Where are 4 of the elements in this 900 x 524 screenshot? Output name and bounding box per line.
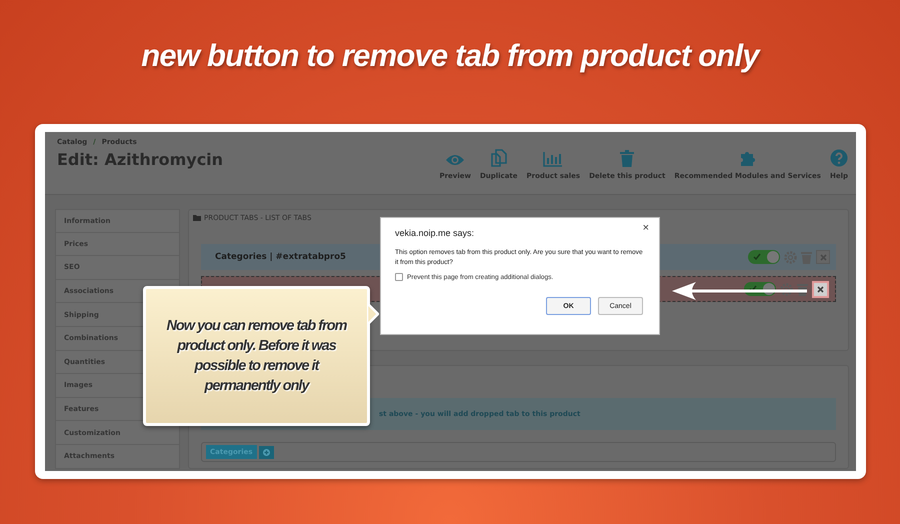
headline: new button to remove tab from product only [140, 37, 762, 75]
tab-row-label: Categories | #extratabpro5 [215, 252, 346, 262]
dialog-title: vekia.noip.me says: [395, 228, 476, 238]
page-title: Edit: Azithromycin [57, 150, 224, 169]
